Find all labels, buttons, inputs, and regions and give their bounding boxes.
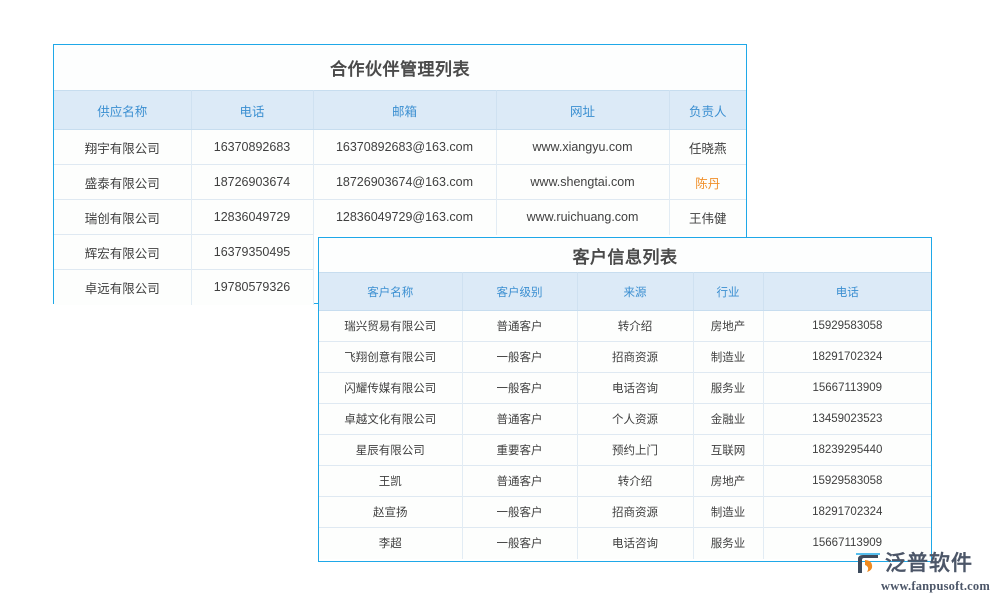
partner-table-cell: 12836049729@163.com xyxy=(313,200,496,235)
customer-table-cell: 服务业 xyxy=(693,373,763,404)
customer-table-cell: 李超 xyxy=(319,528,462,559)
customer-table-cell: 卓越文化有限公司 xyxy=(319,404,462,435)
customer-table-cell: 飞翔创意有限公司 xyxy=(319,342,462,373)
customer-table-cell: 普通客户 xyxy=(462,404,577,435)
customer-table-cell: 房地产 xyxy=(693,311,763,342)
partner-table-cell: 盛泰有限公司 xyxy=(54,165,191,200)
customer-table-cell: 一般客户 xyxy=(462,497,577,528)
customer-header-row: 客户名称客户级别来源行业电话 xyxy=(319,273,931,311)
partner-table-cell: www.xiangyu.com xyxy=(496,130,669,165)
customer-column-header[interactable]: 行业 xyxy=(693,273,763,311)
customer-table-cell: 星辰有限公司 xyxy=(319,435,462,466)
customer-table-cell: 招商资源 xyxy=(577,342,693,373)
partner-table-row[interactable]: 盛泰有限公司1872690367418726903674@163.comwww.… xyxy=(54,165,746,200)
partner-panel-title: 合作伙伴管理列表 xyxy=(54,45,746,90)
customer-table-head: 客户名称客户级别来源行业电话 xyxy=(319,273,931,311)
customer-table-row[interactable]: 飞翔创意有限公司一般客户招商资源制造业18291702324 xyxy=(319,342,931,373)
customer-table-cell: 13459023523 xyxy=(763,404,931,435)
customer-table-cell: 转介绍 xyxy=(577,466,693,497)
partner-column-header[interactable]: 供应名称 xyxy=(54,91,191,130)
customer-table-row[interactable]: 卓越文化有限公司普通客户个人资源金融业13459023523 xyxy=(319,404,931,435)
customer-table-cell: 瑞兴贸易有限公司 xyxy=(319,311,462,342)
partner-table-cell: 18726903674 xyxy=(191,165,313,200)
partner-table-cell: 16370892683@163.com xyxy=(313,130,496,165)
customer-table-cell: 金融业 xyxy=(693,404,763,435)
partner-owner-link[interactable]: 任晓燕 xyxy=(669,130,746,165)
customer-table-cell: 王凯 xyxy=(319,466,462,497)
customer-table-cell: 制造业 xyxy=(693,342,763,373)
customer-table-cell: 招商资源 xyxy=(577,497,693,528)
partner-column-header[interactable]: 邮箱 xyxy=(313,91,496,130)
customer-column-header[interactable]: 客户名称 xyxy=(319,273,462,311)
customer-table-cell: 18291702324 xyxy=(763,497,931,528)
customer-table-cell: 普通客户 xyxy=(462,466,577,497)
partner-column-header[interactable]: 网址 xyxy=(496,91,669,130)
customer-panel-title: 客户信息列表 xyxy=(319,238,931,272)
customer-table-cell: 房地产 xyxy=(693,466,763,497)
partner-column-header[interactable]: 电话 xyxy=(191,91,313,130)
customer-table-row[interactable]: 赵宣扬一般客户招商资源制造业18291702324 xyxy=(319,497,931,528)
partner-table-row[interactable]: 翔宇有限公司1637089268316370892683@163.comwww.… xyxy=(54,130,746,165)
partner-table-cell: 翔宇有限公司 xyxy=(54,130,191,165)
watermark-brand-text: 泛普软件 xyxy=(885,553,973,574)
partner-table-cell: 12836049729 xyxy=(191,200,313,235)
partner-table-cell: 19780579326 xyxy=(191,270,313,305)
customer-table-cell: 预约上门 xyxy=(577,435,693,466)
customer-column-header[interactable]: 电话 xyxy=(763,273,931,311)
watermark-brand-row: 泛普软件 xyxy=(855,551,973,577)
partner-owner-link[interactable]: 王伟健 xyxy=(669,200,746,235)
customer-table-row[interactable]: 闪耀传媒有限公司一般客户电话咨询服务业15667113909 xyxy=(319,373,931,404)
fanpu-logo-icon xyxy=(855,551,881,577)
watermark-url-text: www.fanpusoft.com xyxy=(881,580,990,593)
customer-column-header[interactable]: 客户级别 xyxy=(462,273,577,311)
customer-information-panel: 客户信息列表 客户名称客户级别来源行业电话 瑞兴贸易有限公司普通客户转介绍房地产… xyxy=(318,237,932,562)
customer-table-cell: 转介绍 xyxy=(577,311,693,342)
customer-table-cell: 15667113909 xyxy=(763,373,931,404)
customer-table-cell: 重要客户 xyxy=(462,435,577,466)
customer-table-cell: 15929583058 xyxy=(763,466,931,497)
customer-table-cell: 普通客户 xyxy=(462,311,577,342)
partner-table-cell: 16379350495 xyxy=(191,235,313,270)
screenshot-canvas: 合作伙伴管理列表 供应名称电话邮箱网址负责人 翔宇有限公司16370892683… xyxy=(0,0,1000,600)
customer-table-row[interactable]: 李超一般客户电话咨询服务业15667113909 xyxy=(319,528,931,559)
customer-table-cell: 一般客户 xyxy=(462,342,577,373)
customer-table-cell: 一般客户 xyxy=(462,373,577,404)
customer-table-cell: 18291702324 xyxy=(763,342,931,373)
partner-table-cell: 辉宏有限公司 xyxy=(54,235,191,270)
customer-table-cell: 15929583058 xyxy=(763,311,931,342)
partner-table-cell: 16370892683 xyxy=(191,130,313,165)
customer-table-row[interactable]: 王凯普通客户转介绍房地产15929583058 xyxy=(319,466,931,497)
customer-table-cell: 闪耀传媒有限公司 xyxy=(319,373,462,404)
customer-table-cell: 一般客户 xyxy=(462,528,577,559)
partner-table-cell: 18726903674@163.com xyxy=(313,165,496,200)
vendor-watermark: 泛普软件 www.fanpusoft.com xyxy=(855,551,990,593)
customer-table-cell: 18239295440 xyxy=(763,435,931,466)
partner-column-header[interactable]: 负责人 xyxy=(669,91,746,130)
partner-table-cell: www.ruichuang.com xyxy=(496,200,669,235)
customer-table-cell: 制造业 xyxy=(693,497,763,528)
partner-table-cell: www.shengtai.com xyxy=(496,165,669,200)
customer-table: 客户名称客户级别来源行业电话 瑞兴贸易有限公司普通客户转介绍房地产1592958… xyxy=(319,272,931,559)
partner-header-row: 供应名称电话邮箱网址负责人 xyxy=(54,91,746,130)
customer-table-cell: 服务业 xyxy=(693,528,763,559)
partner-table-cell: 瑞创有限公司 xyxy=(54,200,191,235)
customer-table-body: 瑞兴贸易有限公司普通客户转介绍房地产15929583058飞翔创意有限公司一般客… xyxy=(319,311,931,559)
customer-table-cell: 赵宣扬 xyxy=(319,497,462,528)
customer-table-cell: 互联网 xyxy=(693,435,763,466)
customer-table-row[interactable]: 瑞兴贸易有限公司普通客户转介绍房地产15929583058 xyxy=(319,311,931,342)
customer-table-cell: 个人资源 xyxy=(577,404,693,435)
partner-table-row[interactable]: 瑞创有限公司1283604972912836049729@163.comwww.… xyxy=(54,200,746,235)
partner-table-cell: 卓远有限公司 xyxy=(54,270,191,305)
customer-table-cell: 电话咨询 xyxy=(577,373,693,404)
customer-column-header[interactable]: 来源 xyxy=(577,273,693,311)
customer-table-row[interactable]: 星辰有限公司重要客户预约上门互联网18239295440 xyxy=(319,435,931,466)
partner-table-head: 供应名称电话邮箱网址负责人 xyxy=(54,91,746,130)
customer-table-cell: 电话咨询 xyxy=(577,528,693,559)
partner-owner-link[interactable]: 陈丹 xyxy=(669,165,746,200)
